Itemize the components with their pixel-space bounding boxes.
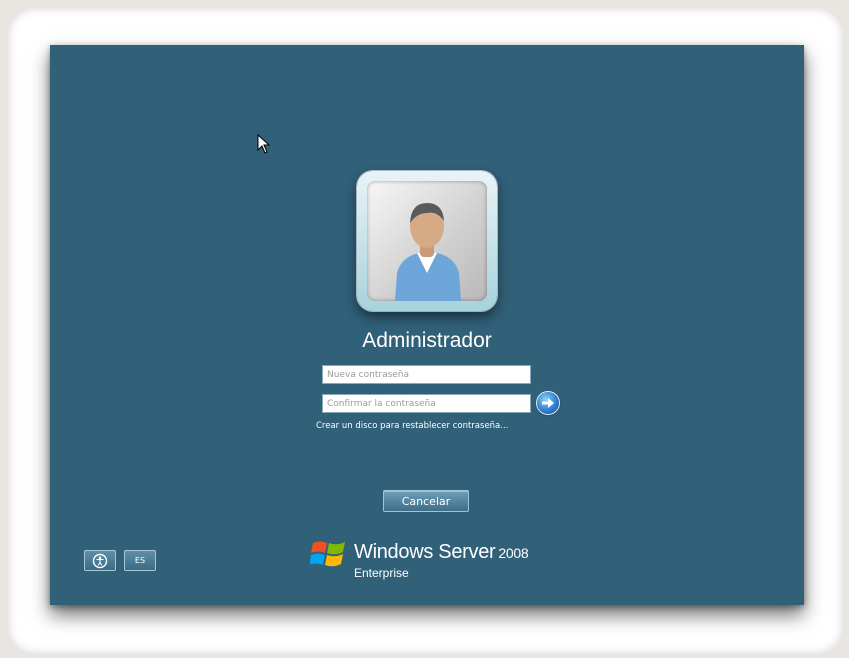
confirm-password-field[interactable] [322, 394, 531, 413]
logon-screen: Administrador Crear un disco para restab… [50, 45, 804, 605]
product-title: Windows Server [354, 541, 496, 563]
windows-flag-icon [310, 541, 345, 567]
product-version: 2008 [498, 545, 529, 561]
product-edition: Enterprise [354, 566, 409, 580]
user-tile[interactable] [357, 171, 497, 311]
username-label: Administrador [362, 329, 492, 352]
create-reset-disk-link[interactable]: Crear un disco para restablecer contrase… [316, 421, 508, 431]
cancel-button[interactable]: Cancelar [383, 490, 469, 512]
arrow-right-icon [542, 398, 554, 408]
user-avatar-frame [367, 181, 487, 301]
language-button[interactable]: ES [124, 550, 156, 571]
screenshot-frame: Administrador Crear un disco para restab… [8, 8, 843, 654]
mouse-pointer-icon [257, 134, 271, 154]
ease-of-access-icon [92, 553, 108, 568]
submit-button[interactable] [537, 392, 559, 414]
product-name: Windows Server 2008 [354, 541, 529, 564]
user-avatar-icon [395, 203, 461, 301]
new-password-field[interactable] [322, 365, 531, 384]
ease-of-access-button[interactable] [84, 550, 116, 571]
windows-server-logo: Windows Server 2008 Enterprise [310, 533, 570, 583]
